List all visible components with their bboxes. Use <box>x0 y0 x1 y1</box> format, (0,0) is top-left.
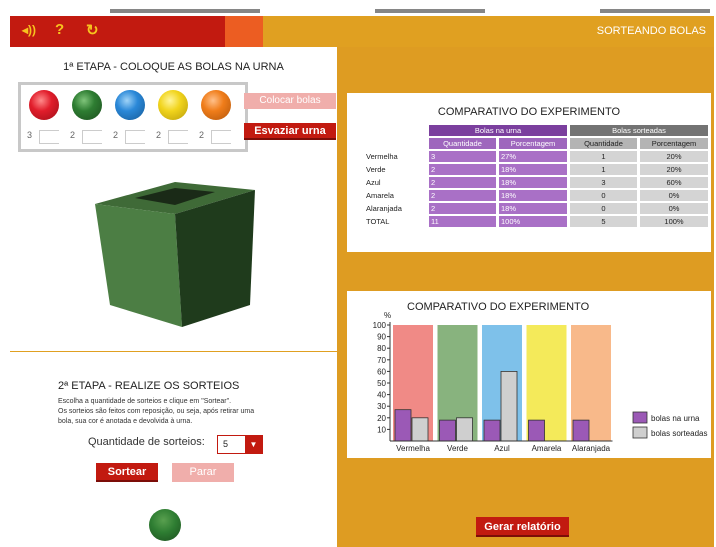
column-header: Porcentagem <box>640 138 708 149</box>
y-tick-label: 30 <box>377 402 386 411</box>
drawn-ball <box>149 509 181 541</box>
empty-urn-button[interactable]: Esvaziar urna <box>244 123 336 140</box>
y-tick-label: 10 <box>377 425 386 434</box>
table-title: COMPARATIVO DO EXPERIMENTO <box>437 106 621 118</box>
top-strip <box>0 0 716 16</box>
y-tick-label: 40 <box>377 391 386 400</box>
blue-ball[interactable] <box>115 90 145 120</box>
help-icon[interactable]: ? <box>55 21 64 38</box>
x-tick-label: Amarela <box>532 444 562 453</box>
draw-button[interactable]: Sortear <box>96 463 158 482</box>
red-ball[interactable] <box>29 90 59 120</box>
column-header: Quantidade <box>429 138 496 149</box>
left-panel: 1ª ETAPA - COLOQUE AS BOLAS NA URNA 3 2 … <box>10 47 337 547</box>
draw-quantity-select[interactable]: 5 ▼ <box>217 435 263 454</box>
red-quantity-field[interactable]: 3 <box>27 127 63 145</box>
bar-bolas-sorteadas <box>411 417 429 442</box>
bar-bolas-na-urna <box>394 409 412 442</box>
x-tick-label: Verde <box>447 444 468 453</box>
y-axis-label: % <box>384 311 391 320</box>
generate-report-button[interactable]: Gerar relatório <box>476 517 569 537</box>
legend-swatch <box>632 411 648 424</box>
table-row: Vermelha 3 27% 1 20% <box>364 151 708 162</box>
yellow-quantity-field[interactable]: 2 <box>156 127 192 145</box>
green-ball[interactable] <box>72 90 102 120</box>
orange-ball[interactable] <box>201 90 231 120</box>
sound-icon[interactable]: ◂)) <box>22 23 36 37</box>
bar-bolas-na-urna <box>483 419 501 442</box>
chevron-down-icon[interactable]: ▼ <box>245 436 262 453</box>
bar-bolas-na-urna <box>572 419 590 442</box>
right-panel: COMPARATIVO DO EXPERIMENTO Bolas na urna… <box>337 47 714 547</box>
restart-icon[interactable]: ↻ <box>86 21 99 39</box>
app-header: ◂)) ? ↻ SORTEANDO BOLAS <box>10 16 714 47</box>
y-tick-label: 60 <box>377 367 386 376</box>
y-tick-label: 70 <box>377 356 386 365</box>
header-red-bar: ◂)) ? ↻ <box>10 16 225 47</box>
bar-bolas-na-urna <box>528 419 545 442</box>
stage2-instructions: Escolha a quantidade de sorteios e cliqu… <box>58 398 255 425</box>
legend-swatch <box>632 426 648 439</box>
comparison-table-panel: COMPARATIVO DO EXPERIMENTO Bolas na urna… <box>347 93 711 252</box>
y-tick-label: 100 <box>373 321 387 330</box>
comparison-chart-panel: COMPARATIVO DO EXPERIMENTO % 10 20 30 40 50 60… <box>347 291 711 458</box>
stop-button[interactable]: Parar <box>172 463 234 482</box>
bar-bolas-sorteadas <box>456 417 473 442</box>
stage1-title: 1ª ETAPA - COLOQUE AS BOLAS NA URNA <box>63 61 284 73</box>
table-row: TOTAL 11 100% 5 100% <box>364 216 708 227</box>
place-balls-button[interactable]: Colocar bolas <box>244 93 336 109</box>
yellow-ball[interactable] <box>158 90 188 120</box>
drawn-group-header: Bolas sorteadas <box>570 125 708 136</box>
header-accent <box>225 16 263 47</box>
table-row: Azul 2 18% 3 60% <box>364 177 708 188</box>
app-title: SORTEANDO BOLAS <box>596 25 706 37</box>
y-tick-label: 20 <box>377 414 386 423</box>
urn-group-header: Bolas na urna <box>429 125 567 136</box>
comparison-table: Bolas na urna Bolas sorteadas Quantidade… <box>361 123 711 229</box>
y-tick-label: 80 <box>377 344 386 353</box>
legend-label: bolas na urna <box>651 414 700 423</box>
y-tick-label: 90 <box>377 333 386 342</box>
ball-selector: 3 2 2 2 2 <box>18 82 248 152</box>
quantity-label: Quantidade de sorteios: <box>88 436 205 448</box>
y-tick-label: 50 <box>377 379 386 388</box>
column-header: Porcentagem <box>499 138 567 149</box>
legend-label: bolas sorteadas <box>651 429 707 438</box>
table-row: Alaranjada 2 18% 0 0% <box>364 203 708 214</box>
table-row: Amarela 2 18% 0 0% <box>364 190 708 201</box>
stage2-title: 2ª ETAPA - REALIZE OS SORTEIOS <box>58 380 240 392</box>
blue-quantity-field[interactable]: 2 <box>113 127 149 145</box>
section-divider <box>10 351 337 352</box>
orange-quantity-field[interactable]: 2 <box>199 127 235 145</box>
x-tick-label: Alaranjada <box>572 444 611 453</box>
bar-bolas-na-urna <box>439 419 456 442</box>
bar-bolas-sorteadas <box>500 371 518 442</box>
urn-box <box>95 182 255 327</box>
x-tick-label: Vermelha <box>396 444 430 453</box>
column-header: Quantidade <box>570 138 637 149</box>
x-tick-label: Azul <box>494 444 510 453</box>
comparison-chart: % 10 20 30 40 50 60 70 80 90 100 Vermelha Verde Azul A… <box>373 311 708 453</box>
table-row: Verde 2 18% 1 20% <box>364 164 708 175</box>
green-quantity-field[interactable]: 2 <box>70 127 106 145</box>
